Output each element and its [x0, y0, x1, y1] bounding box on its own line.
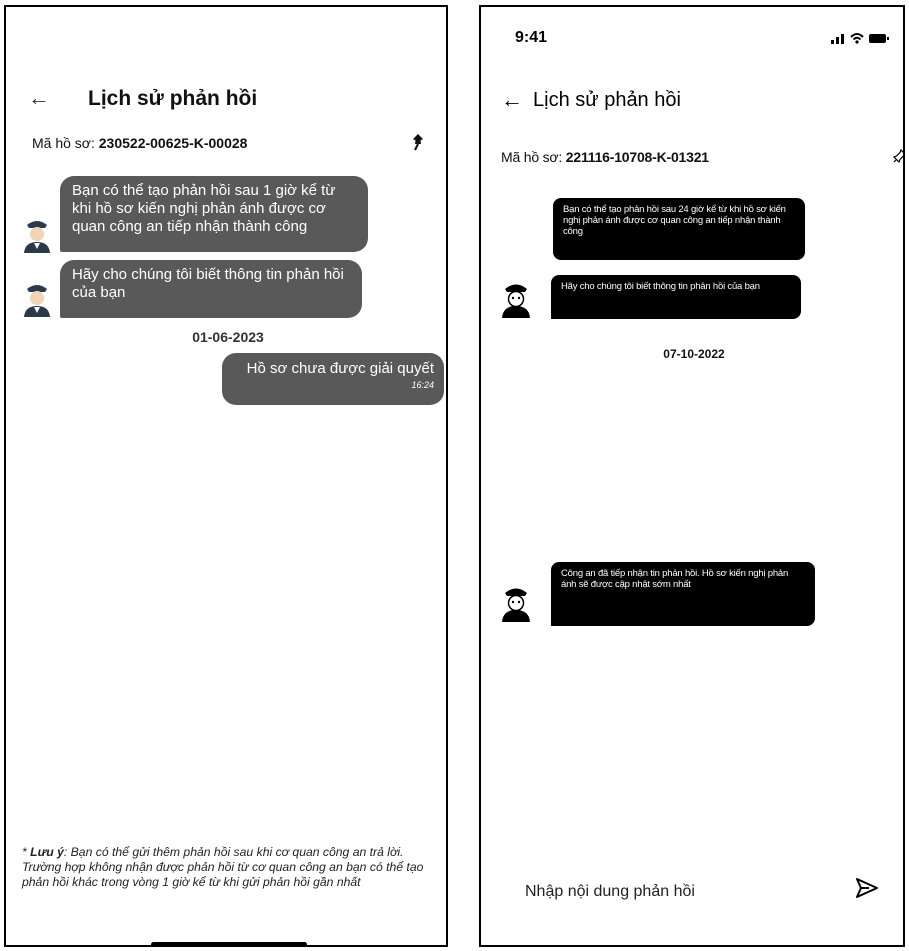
case-id-line: Mã hồ sơ: 221116-10708-K-01321	[501, 149, 709, 165]
pin-icon[interactable]	[410, 133, 426, 156]
pin-icon[interactable]	[892, 148, 903, 168]
page-title: Lịch sử phản hồi	[88, 87, 258, 110]
screen-right: 9:41 ← Lịch sử phản hồi Mã hồ sơ: 221116…	[479, 5, 905, 947]
message-bubble: Bạn có thể tạo phản hồi sau 1 giờ kể từ …	[60, 176, 368, 252]
screen-left: ← Lịch sử phản hồi Mã hồ sơ: 230522-0062…	[4, 5, 448, 947]
message-bubble: Hãy cho chúng tôi biết thông tin phản hồ…	[551, 275, 801, 319]
message-bubble: Bạn có thể tạo phản hồi sau 24 giờ kể từ…	[553, 198, 805, 260]
page-title: Lịch sử phản hồi	[533, 89, 681, 111]
home-indicator	[151, 942, 307, 945]
sent-message-time: 16:24	[411, 380, 434, 390]
sent-message-text: Hồ sơ chưa được giải quyết	[246, 360, 434, 377]
note-text: * Lưu ý: Bạn có thể gửi thêm phản hồi sa…	[22, 845, 424, 889]
status-time: 9:41	[515, 29, 548, 46]
case-id-value: 221116-10708-K-01321	[565, 149, 709, 165]
date-separator: 01-06-2023	[192, 329, 264, 345]
sent-message-bubble: Hồ sơ chưa được giải quyết 16:24	[222, 353, 444, 405]
officer-avatar-icon	[499, 279, 533, 319]
officer-avatar-icon	[20, 215, 54, 255]
case-id-label: Mã hồ sơ:	[32, 135, 99, 151]
wifi-icon	[850, 33, 864, 44]
message-bubble: Công an đã tiếp nhận tin phản hồi. Hồ sơ…	[551, 562, 815, 626]
officer-avatar-icon	[499, 583, 533, 623]
note-label: Lưu ý	[30, 845, 64, 859]
battery-icon	[869, 34, 889, 43]
back-arrow-icon[interactable]: ←	[28, 85, 50, 111]
note-body: : Bạn có thể gửi thêm phản hồi sau khi c…	[22, 845, 424, 889]
case-id-label: Mã hồ sơ:	[501, 149, 566, 165]
case-id-value: 230522-00625-K-00028	[98, 135, 248, 151]
status-icons	[831, 31, 891, 50]
send-icon[interactable]	[855, 877, 879, 904]
back-arrow-icon[interactable]: ←	[501, 87, 523, 113]
officer-avatar-icon	[20, 279, 54, 319]
date-separator: 07-10-2022	[663, 347, 725, 361]
signal-icon	[831, 34, 844, 44]
case-id-line: Mã hồ sơ: 230522-00625-K-00028	[32, 135, 247, 151]
message-bubble: Hãy cho chúng tôi biết thông tin phản hồ…	[60, 260, 362, 318]
reply-input[interactable]: Nhập nội dung phản hồi	[525, 883, 695, 901]
